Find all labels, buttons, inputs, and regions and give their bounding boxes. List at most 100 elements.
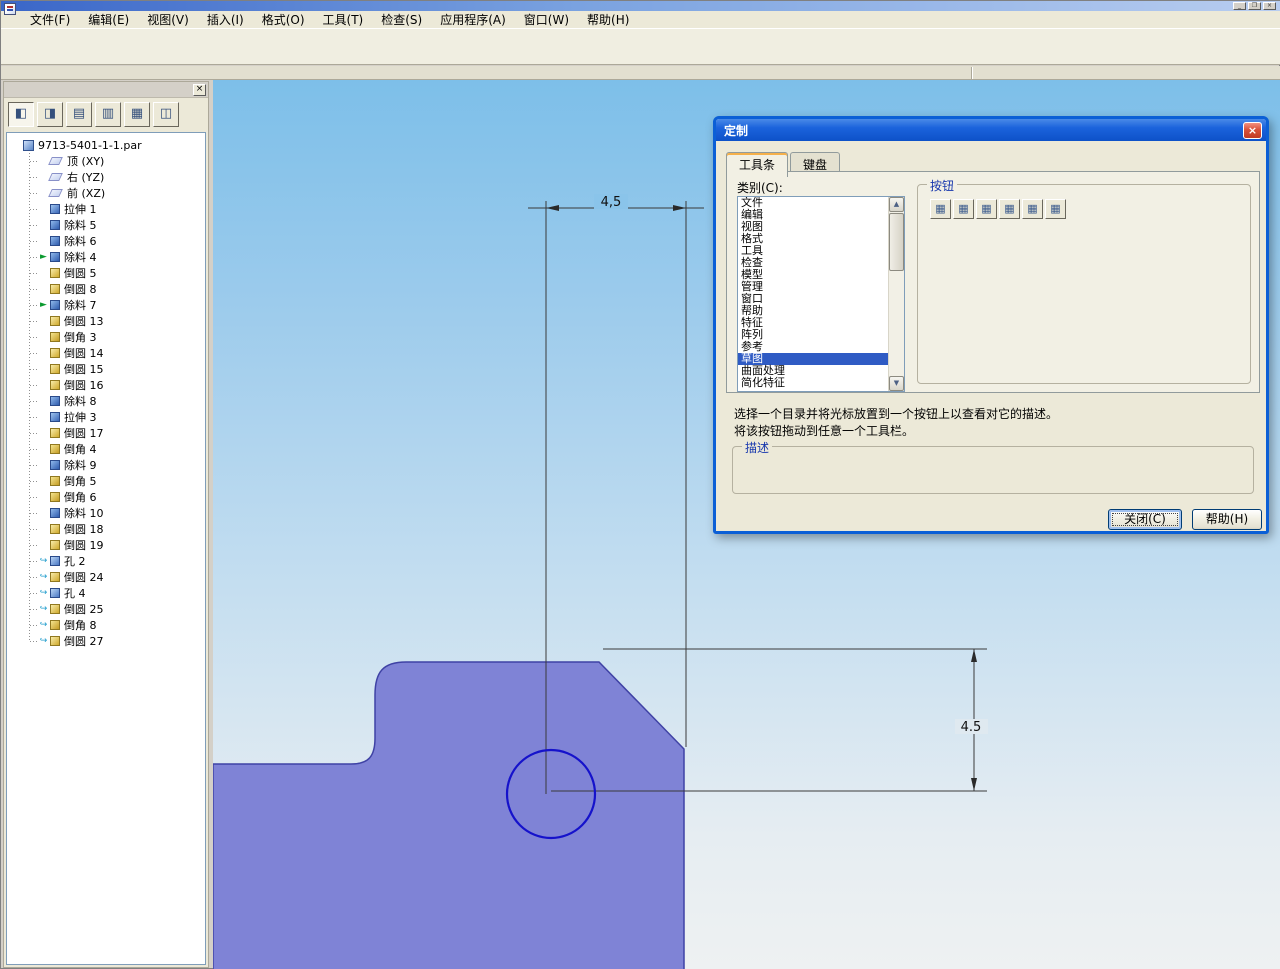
scroll-down-icon[interactable]: ▼ [889,376,904,391]
description-label: 描述 [742,439,773,456]
sensors-icon[interactable]: ▦ [124,102,150,127]
tree-item[interactable]: 除料 9 [7,457,205,473]
scrollbar-thumb[interactable] [889,213,904,271]
tree-item[interactable]: 除料 6 [7,233,205,249]
tree-item[interactable]: 倒圆 5 [7,265,205,281]
tree-item[interactable]: 倒圆 14 [7,345,205,361]
menu-item[interactable]: 文件(F) [21,12,79,27]
tree-item[interactable]: ► 除料 7 [7,297,205,313]
tree-item[interactable]: 倒圆 13 [7,313,205,329]
tree-item[interactable]: 拉伸 1 [7,201,205,217]
tree-item[interactable]: 右 (YZ) [7,169,205,185]
tree-item[interactable]: 倒圆 19 [7,537,205,553]
tree-item[interactable]: ↪ 倒圆 27 [7,633,205,649]
tree-item[interactable]: 除料 8 [7,393,205,409]
dim-top-label[interactable]: 4,5 [601,195,622,210]
tree-item-label: 倒圆 18 [64,523,104,536]
dialog-help-button[interactable]: 帮助(H) [1192,509,1262,530]
library-icon[interactable]: ◨ [37,102,63,127]
dialog-close-button[interactable]: × [1243,121,1262,139]
feature-pathfinder-icon[interactable]: ◧ [8,102,34,127]
family-table-icon[interactable]: ▤ [66,102,92,127]
menu-item[interactable]: 工具(T) [314,12,373,27]
tree-item[interactable]: 倒圆 18 [7,521,205,537]
tree-item[interactable]: 倒圆 8 [7,281,205,297]
cut-feature-icon [50,220,60,230]
tree-item[interactable]: 倒角 5 [7,473,205,489]
menu-item[interactable]: 应用程序(A) [431,12,515,27]
edgebar-header[interactable]: × [4,82,208,98]
menu-item[interactable]: 窗口(W) [515,12,578,27]
menu-item[interactable]: 帮助(H) [578,12,638,27]
layers-icon[interactable]: ▥ [95,102,121,127]
tree-item[interactable]: ↪ 倒圆 24 [7,569,205,585]
tree-item[interactable]: 倒圆 15 [7,361,205,377]
tree-item-label: 倒圆 15 [64,363,104,376]
feature-tree-items: 顶 (XY) 右 (YZ) 前 (XZ) 拉伸 1 除料 5 除料 6 ► 除料 4 倒圆 5 倒… [7,153,205,649]
toolbar-command-button-icon[interactable]: ▦ [1045,199,1066,219]
menu-item[interactable]: 视图(V) [138,12,198,27]
dialog-close-action-button[interactable]: 关闭(C) [1108,509,1182,530]
toolbar-command-button-icon[interactable]: ▦ [1022,199,1043,219]
menu-item[interactable]: 检查(S) [372,12,431,27]
part-body[interactable] [213,661,685,969]
tree-item-label: 前 (XZ) [67,187,106,200]
plane-feature-icon [48,173,63,181]
round-feature-icon [50,348,60,358]
list-scrollbar[interactable]: ▲ ▼ [888,197,904,391]
maximize-button[interactable]: ❐ [1248,2,1261,10]
tree-item[interactable]: 除料 10 [7,505,205,521]
tree-item[interactable]: 拉伸 3 [7,409,205,425]
round-feature-icon [50,540,60,550]
round-feature-icon [50,524,60,534]
toolbar-divider [971,67,972,79]
tree-item[interactable]: ↪ 孔 2 [7,553,205,569]
tree-item[interactable]: ► 除料 4 [7,249,205,265]
toolbars-tab-panel: 类别(C): 文件 编辑 视图 格式 工具 检查 模型 管理 窗口 帮助 特征 阵列 参考 草图 曲面处理简… [726,171,1260,393]
link-arrow-icon: ↪ [39,572,48,582]
tree-item-label: 拉伸 3 [64,411,97,424]
tree-item[interactable]: 倒角 3 [7,329,205,345]
scroll-up-icon[interactable]: ▲ [889,197,904,212]
tree-item[interactable]: ↪ 倒角 8 [7,617,205,633]
selection-tools-icon[interactable]: ◫ [153,102,179,127]
minimize-button[interactable]: _ [1233,2,1246,10]
tree-item-label: 倒圆 19 [64,539,104,552]
dim-right-label[interactable]: 4.5 [961,720,982,735]
toolbar-command-button-icon[interactable]: ▦ [930,199,951,219]
close-button[interactable]: × [1263,2,1276,10]
description-groupbox: 描述 [732,439,1254,494]
edgebar-close-button[interactable]: × [193,84,206,96]
tree-item-label: 除料 8 [64,395,97,408]
tree-item[interactable]: 前 (XZ) [7,185,205,201]
toolbar-command-button-icon[interactable]: ▦ [953,199,974,219]
tree-root[interactable]: 9713-5401-1-1.par [7,137,205,153]
chamfer-feature-icon [50,492,60,502]
tree-item[interactable]: 倒角 6 [7,489,205,505]
tree-item[interactable]: ↪ 孔 4 [7,585,205,601]
window-titlebar[interactable] [1,1,1280,11]
tab-toolbars[interactable]: 工具条 [726,152,789,177]
extrude-feature-icon [50,412,60,422]
category-item[interactable]: 简化特征 [738,377,888,389]
tree-item-label: 拉伸 1 [64,203,97,216]
tree-item[interactable]: 倒角 4 [7,441,205,457]
dialog-titlebar[interactable]: 定制 × [716,119,1266,141]
round-feature-icon [50,636,60,646]
toolbar-command-button-icon[interactable]: ▦ [976,199,997,219]
tree-item[interactable]: 倒圆 17 [7,425,205,441]
app-icon[interactable] [4,3,16,15]
instruction-line-1: 选择一个目录并将光标放置到一个按钮上以查看对它的描述。 [734,407,1059,421]
tree-item[interactable]: ↪ 倒圆 25 [7,601,205,617]
menu-item[interactable]: 格式(O) [253,12,314,27]
edgebar-panel: × ◧ ◨ ▤ ▥ ▦ ◫ 9713-5401-1-1.par 顶 (XY) 右 (YZ) 前… [3,81,209,968]
menu-item[interactable]: 插入(I) [198,12,253,27]
menu-item[interactable]: 编辑(E) [79,12,138,27]
tree-item[interactable]: 除料 5 [7,217,205,233]
toolbar-command-button-icon[interactable]: ▦ [999,199,1020,219]
tree-item-label: 顶 (XY) [67,155,105,168]
tree-item[interactable]: 顶 (XY) [7,153,205,169]
tree-item-label: 倒角 8 [64,619,97,632]
tree-item[interactable]: 倒圆 16 [7,377,205,393]
tree-item-label: 倒圆 17 [64,427,104,440]
